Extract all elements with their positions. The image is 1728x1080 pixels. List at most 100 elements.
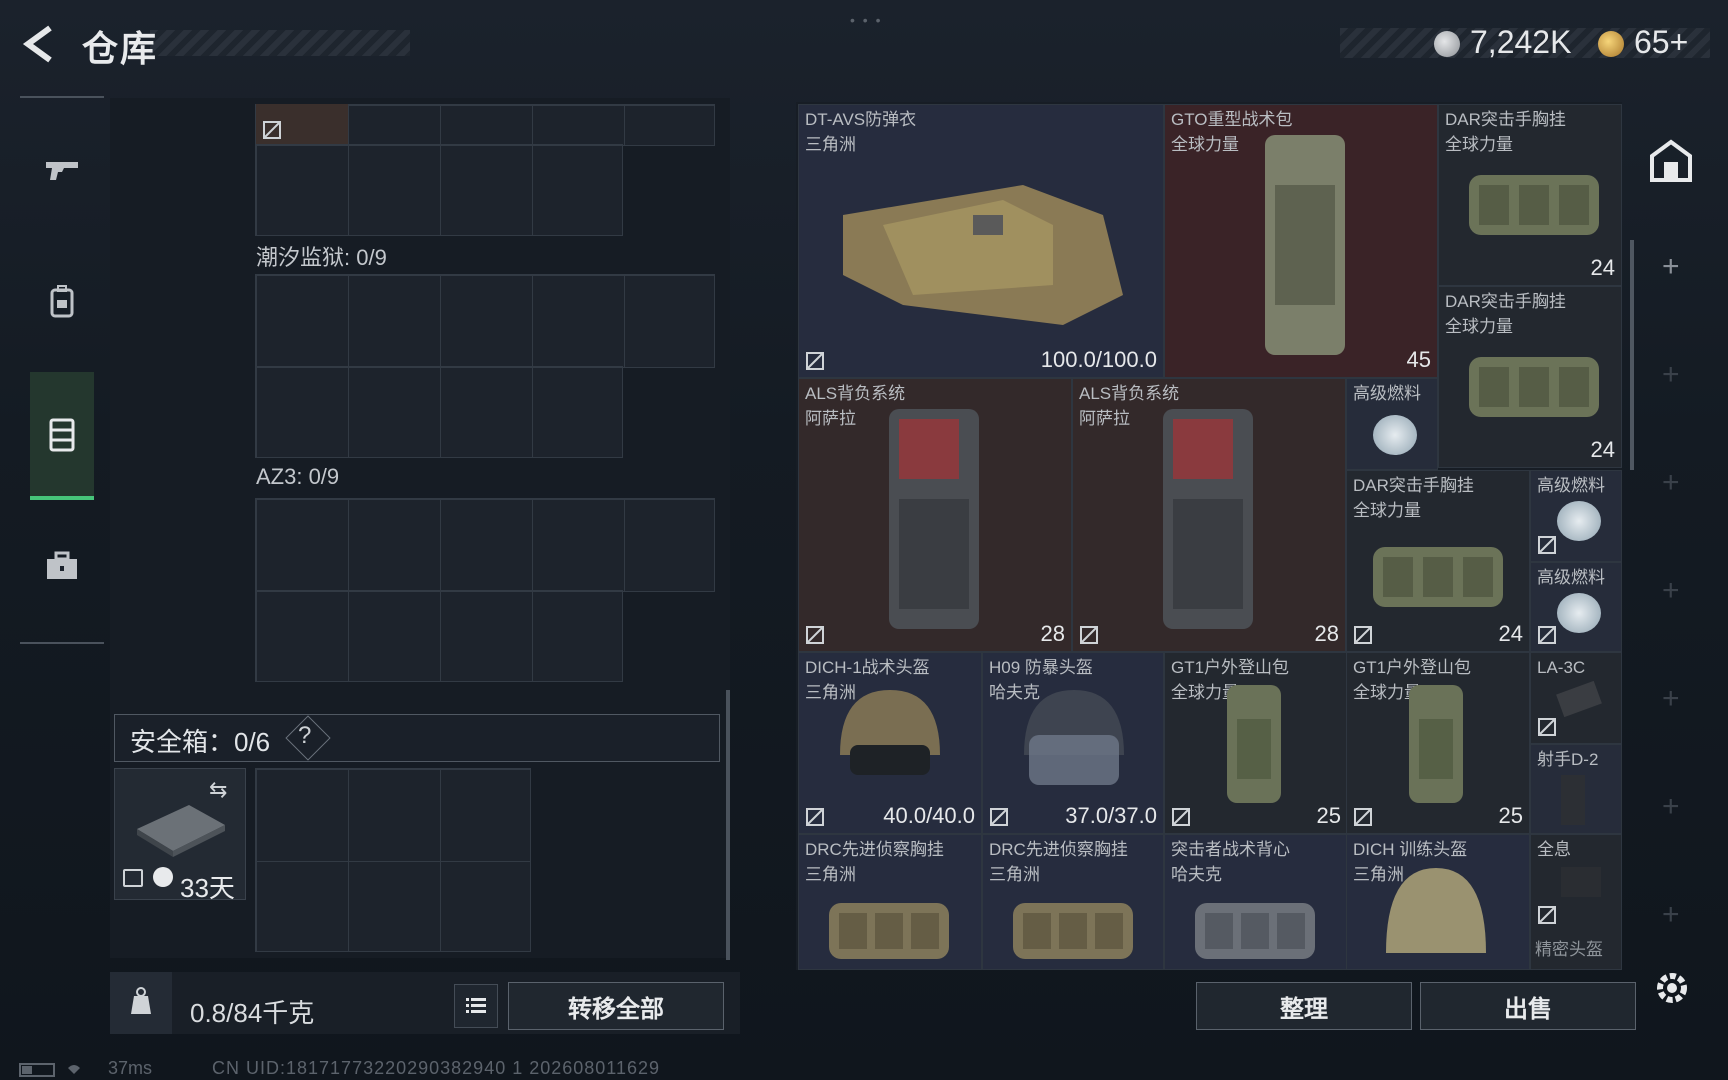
add-tab-icon[interactable]: + xyxy=(1662,466,1680,500)
laser-attachment-icon xyxy=(1556,680,1602,718)
body-armor-icon xyxy=(843,185,1123,325)
no-insure-icon xyxy=(806,626,824,644)
inventory-item[interactable]: H09 防暴头盔 哈夫克 37.0/37.0 xyxy=(982,652,1164,834)
clock-icon xyxy=(153,867,173,887)
nav-item-toolkit[interactable] xyxy=(30,506,94,626)
no-insure-icon xyxy=(1538,626,1556,644)
storage-scrollbar[interactable] xyxy=(726,690,730,960)
backpack-icon xyxy=(1227,685,1281,803)
inventory-item[interactable]: 高级燃料 xyxy=(1346,378,1438,470)
fuel-can-icon xyxy=(1557,593,1601,633)
gold-coin-icon xyxy=(1598,31,1624,57)
chest-rig-icon xyxy=(1013,903,1133,959)
inventory-item[interactable]: 高级燃料 xyxy=(1530,562,1622,652)
silver-currency-value: 7,242K xyxy=(1470,24,1572,60)
battery-wifi-icon xyxy=(19,1063,80,1077)
inventory-item[interactable]: LA-3C xyxy=(1530,652,1622,744)
container-label-tidal-prison: 潮汐监狱: 0/9 xyxy=(256,245,387,270)
container-slot-item[interactable] xyxy=(256,104,348,144)
backpack-icon xyxy=(889,409,979,629)
add-tab-icon[interactable]: + xyxy=(1662,898,1680,932)
no-insure-icon xyxy=(990,808,1008,826)
gold-currency-value[interactable]: 65+ xyxy=(1634,24,1688,61)
inventory-item[interactable]: GT1户外登山包 全球力量 25 xyxy=(1346,652,1530,834)
inventory-item[interactable]: DICH 训练头盔 三角洲 xyxy=(1346,834,1530,970)
next-item-label: 精密头盔 xyxy=(1535,940,1603,959)
inventory-item[interactable]: DT-AVS防弹衣 三角洲 100.0/100.0 xyxy=(798,104,1164,378)
inventory-item[interactable]: DRC先进侦察胸挂 三角洲 xyxy=(982,834,1164,970)
nav-item-weapons[interactable] xyxy=(30,110,94,230)
list-icon xyxy=(466,998,486,1013)
inventory-item[interactable]: ALS背负系统 阿萨拉 28 xyxy=(798,378,1072,652)
nav-item-storage[interactable] xyxy=(30,374,94,494)
nav-item-gear[interactable] xyxy=(30,242,94,362)
add-tab-icon[interactable]: + xyxy=(1662,682,1680,716)
no-insure-icon xyxy=(263,121,281,139)
inventory-item[interactable]: DAR突击手胸挂 全球力量 24 xyxy=(1438,104,1622,286)
no-insure-icon xyxy=(806,352,824,370)
add-tab-icon[interactable]: + xyxy=(1662,358,1680,392)
list-view-button[interactable] xyxy=(454,984,498,1028)
gun-icon xyxy=(46,162,78,180)
container-grid-az3-lower[interactable] xyxy=(255,590,623,682)
weight-value: 0.8/84千克 xyxy=(190,998,315,1028)
no-insure-icon xyxy=(1538,906,1556,924)
container-grid-tidal-prison-lower[interactable] xyxy=(255,366,623,458)
home-storage-icon[interactable] xyxy=(1648,138,1694,184)
grip-icon xyxy=(1561,775,1585,825)
swap-icon[interactable]: ⇆ xyxy=(209,777,227,803)
toolbox-icon xyxy=(47,551,77,579)
no-insure-icon xyxy=(1538,718,1556,736)
locker-icon xyxy=(49,418,75,452)
container-grid-top-lower[interactable] xyxy=(255,144,623,236)
inventory-scrollbar[interactable] xyxy=(1630,240,1634,470)
add-tab-icon[interactable]: + xyxy=(1662,790,1680,824)
inventory-item[interactable]: GTO重型战术包 全球力量 45 xyxy=(1164,104,1438,378)
transfer-all-button[interactable]: 转移全部 xyxy=(508,982,724,1030)
inventory-item[interactable]: DAR突击手胸挂 全球力量 24 xyxy=(1438,286,1622,468)
safe-box-grid[interactable] xyxy=(255,768,531,952)
drag-handle[interactable]: • • • xyxy=(850,12,882,28)
chest-rig-icon xyxy=(1469,175,1599,235)
page-title: 仓库 xyxy=(82,28,159,69)
backpack-icon xyxy=(1409,685,1463,803)
inventory-item[interactable]: DRC先进侦察胸挂 三角洲 xyxy=(798,834,982,970)
sort-button[interactable]: 整理 xyxy=(1196,982,1412,1030)
inventory-item[interactable]: 高级燃料 xyxy=(1530,470,1622,562)
chest-rig-icon xyxy=(1373,547,1503,607)
weight-icon xyxy=(131,987,151,1014)
container-grid-tidal-prison[interactable] xyxy=(255,274,715,368)
riot-helmet-icon xyxy=(1024,690,1124,785)
no-insure-icon xyxy=(1354,626,1372,644)
chest-rig-icon xyxy=(1469,357,1599,417)
helmet-icon xyxy=(840,690,940,775)
sell-button[interactable]: 出售 xyxy=(1420,982,1636,1030)
gear-icon[interactable] xyxy=(1652,968,1692,1008)
add-tab-icon[interactable]: + xyxy=(1662,250,1680,284)
inventory-item[interactable]: 全息 精密头盔 xyxy=(1530,834,1622,970)
back-arrow-icon[interactable] xyxy=(20,24,60,64)
inventory-item[interactable]: ALS背负系统 阿萨拉 28 xyxy=(1072,378,1346,652)
backpack-icon xyxy=(1265,135,1345,355)
inventory-item[interactable]: DAR突击手胸挂 全球力量 24 xyxy=(1346,470,1530,652)
add-tab-icon[interactable]: + xyxy=(1662,574,1680,608)
tactical-vest-icon xyxy=(1195,903,1315,959)
backpack-icon xyxy=(1163,409,1253,629)
ping-value: 37ms xyxy=(108,1058,153,1078)
container-grid-az3[interactable] xyxy=(255,498,715,592)
inventory-item[interactable]: 射手D-2 xyxy=(1530,744,1622,834)
inventory-item[interactable]: 突击者战术背心 哈夫克 xyxy=(1164,834,1348,970)
fuel-can-icon xyxy=(1557,501,1601,541)
safe-box-label: 安全箱：0/6 xyxy=(130,727,271,757)
inventory-item[interactable]: GT1户外登山包 全球力量 25 xyxy=(1164,652,1348,834)
fuel-can-icon xyxy=(1373,415,1417,455)
weight-lock-button[interactable] xyxy=(110,972,172,1034)
holo-sight-icon xyxy=(1561,867,1601,897)
uid-text: CN UID:18171773220290382940 1 2026080116… xyxy=(212,1058,661,1078)
inventory-item[interactable]: DICH-1战术头盔 三角洲 40.0/40.0 xyxy=(798,652,982,834)
lock-icon xyxy=(123,869,143,887)
no-insure-icon xyxy=(1354,808,1372,826)
no-insure-icon xyxy=(1172,808,1190,826)
container-label-az3: AZ3: 0/9 xyxy=(256,464,340,489)
no-insure-icon xyxy=(1538,536,1556,554)
